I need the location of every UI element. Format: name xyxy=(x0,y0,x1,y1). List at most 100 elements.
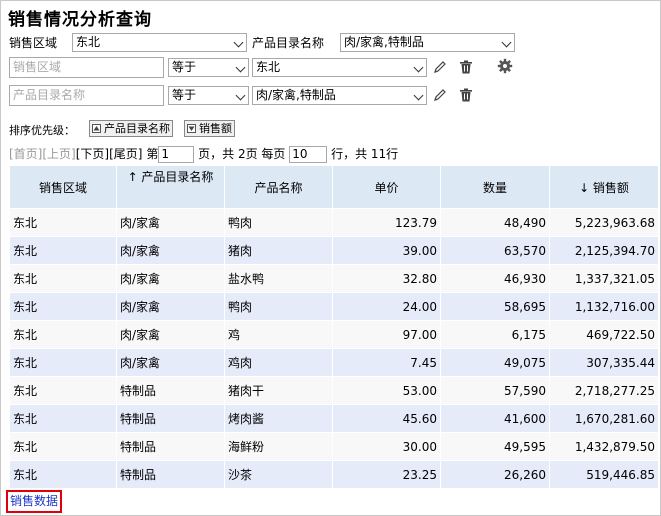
condition-operator-select-1[interactable]: 等于 xyxy=(168,58,249,77)
cell-quantity: 49,075 xyxy=(440,348,550,377)
cell-product: 鸭肉 xyxy=(224,292,333,321)
category-select-value: 肉/家禽,特制品 xyxy=(344,35,424,49)
cell-category: 特制品 xyxy=(116,432,225,461)
cell-sales: 307,335.44 xyxy=(549,348,659,377)
cell-price: 123.79 xyxy=(332,208,441,237)
cell-sales: 1,337,321.05 xyxy=(549,264,659,293)
cell-sales: 2,718,277.25 xyxy=(549,376,659,405)
cell-region: 东北 xyxy=(9,348,117,377)
cell-product: 猪肉 xyxy=(224,236,333,265)
page-title: 销售情况分析查询 xyxy=(8,10,152,30)
column-header-category[interactable]: ↑ 产品目录名称 xyxy=(116,165,225,209)
trash-icon[interactable] xyxy=(458,87,474,103)
cell-region: 东北 xyxy=(9,432,117,461)
cell-quantity: 57,590 xyxy=(440,376,550,405)
table-row: 东北 肉/家禽 鸭肉 24.00 58,695 1,132,716.00 xyxy=(9,292,659,321)
page-total-text: 页，共 2页 每页 xyxy=(198,147,286,161)
sort-priority-label: 排序优先级： xyxy=(9,124,75,137)
cell-quantity: 46,930 xyxy=(440,264,550,293)
cell-region: 东北 xyxy=(9,404,117,433)
column-header-product[interactable]: 产品名称 xyxy=(224,165,333,209)
cell-product: 烤肉酱 xyxy=(224,404,333,433)
sort-item-label: 销售额 xyxy=(199,122,232,135)
sort-item-sales[interactable]: 销售额 xyxy=(184,120,235,137)
chevron-down-icon xyxy=(501,37,512,48)
condition-field-input-1[interactable]: 销售区域 xyxy=(9,57,164,78)
cell-product: 鸡 xyxy=(224,320,333,349)
condition-operator-select-2[interactable]: 等于 xyxy=(168,86,249,105)
current-page-input[interactable]: 1 xyxy=(158,146,195,163)
cell-quantity: 63,570 xyxy=(440,236,550,265)
condition-field-input-2[interactable]: 产品目录名称 xyxy=(9,85,164,106)
region-select[interactable]: 东北 xyxy=(72,33,247,52)
operator-value: 等于 xyxy=(172,88,197,102)
cell-region: 东北 xyxy=(9,460,117,489)
chevron-down-icon xyxy=(235,62,246,73)
cell-category: 特制品 xyxy=(116,376,225,405)
table-row: 东北 特制品 沙茶 23.25 26,260 519,446.85 xyxy=(9,460,659,489)
cell-price: 97.00 xyxy=(332,320,441,349)
cell-quantity: 26,260 xyxy=(440,460,550,489)
prev-page-link[interactable]: [上页] xyxy=(42,147,75,161)
table-header-row: 销售区域 ↑ 产品目录名称 产品名称 单价 数量 ↓ 销售额 xyxy=(9,165,659,209)
last-page-link[interactable]: [尾页] xyxy=(109,147,142,161)
pencil-icon[interactable] xyxy=(432,87,448,103)
pencil-icon[interactable] xyxy=(432,59,448,75)
table-row: 东北 特制品 猪肉干 53.00 57,590 2,718,277.25 xyxy=(9,376,659,405)
condition-value: 肉/家禽,特制品 xyxy=(256,88,336,102)
cell-product: 鸡肉 xyxy=(224,348,333,377)
cell-category: 肉/家禽 xyxy=(116,264,225,293)
sort-asc-icon xyxy=(92,124,101,133)
table-row: 东北 肉/家禽 鸭肉 123.79 48,490 5,223,963.68 xyxy=(9,208,659,237)
table-row: 东北 特制品 烤肉酱 45.60 41,600 1,670,281.60 xyxy=(9,404,659,433)
cell-quantity: 48,490 xyxy=(440,208,550,237)
cell-price: 23.25 xyxy=(332,460,441,489)
table-row: 东北 特制品 海鲜粉 30.00 49,595 1,432,879.50 xyxy=(9,432,659,461)
cell-region: 东北 xyxy=(9,208,117,237)
cell-region: 东北 xyxy=(9,264,117,293)
cell-category: 肉/家禽 xyxy=(116,320,225,349)
cell-quantity: 6,175 xyxy=(440,320,550,349)
region-select-value: 东北 xyxy=(76,35,101,49)
sales-table: 销售区域 ↑ 产品目录名称 产品名称 单价 数量 ↓ 销售额 东北 肉/家禽 鸭肉 1… xyxy=(9,165,659,489)
next-page-link[interactable]: [下页] xyxy=(76,147,109,161)
table-row: 东北 肉/家禽 鸡肉 7.45 49,075 307,335.44 xyxy=(9,348,659,377)
cell-price: 30.00 xyxy=(332,432,441,461)
cell-product: 沙茶 xyxy=(224,460,333,489)
cell-price: 53.00 xyxy=(332,376,441,405)
condition-value: 东北 xyxy=(256,60,281,74)
sort-item-category[interactable]: 产品目录名称 xyxy=(89,120,173,137)
cell-sales: 1,432,879.50 xyxy=(549,432,659,461)
chevron-down-icon xyxy=(235,90,246,101)
table-row: 东北 肉/家禽 盐水鸭 32.80 46,930 1,337,321.05 xyxy=(9,264,659,293)
chevron-down-icon xyxy=(413,90,424,101)
cell-category: 肉/家禽 xyxy=(116,348,225,377)
gear-icon[interactable] xyxy=(497,58,513,74)
chevron-down-icon xyxy=(233,37,244,48)
column-header-region[interactable]: 销售区域 xyxy=(9,165,117,209)
cell-region: 东北 xyxy=(9,292,117,321)
operator-value: 等于 xyxy=(172,60,197,74)
column-header-sales[interactable]: ↓ 销售额 xyxy=(549,165,659,209)
cell-category: 肉/家禽 xyxy=(116,208,225,237)
page-size-input[interactable]: 10 xyxy=(289,146,328,163)
cell-region: 东北 xyxy=(9,376,117,405)
table-row: 东北 肉/家禽 猪肉 39.00 63,570 2,125,394.70 xyxy=(9,236,659,265)
pager: [首页][上页][下页][尾页] 第1 页，共 2页 每页 10 行，共 11行 xyxy=(9,145,398,163)
cell-quantity: 49,595 xyxy=(440,432,550,461)
trash-icon[interactable] xyxy=(458,59,474,75)
cell-region: 东北 xyxy=(9,236,117,265)
cell-sales: 5,223,963.68 xyxy=(549,208,659,237)
column-header-price[interactable]: 单价 xyxy=(332,165,441,209)
cell-category: 肉/家禽 xyxy=(116,236,225,265)
first-page-link[interactable]: [首页] xyxy=(9,147,42,161)
cell-sales: 1,670,281.60 xyxy=(549,404,659,433)
cell-product: 盐水鸭 xyxy=(224,264,333,293)
condition-value-select-2[interactable]: 肉/家禽,特制品 xyxy=(252,86,427,105)
sales-data-link[interactable]: 销售数据 xyxy=(6,490,63,513)
category-select[interactable]: 肉/家禽,特制品 xyxy=(340,33,515,52)
cell-sales: 469,722.50 xyxy=(549,320,659,349)
condition-value-select-1[interactable]: 东北 xyxy=(252,58,427,77)
column-header-quantity[interactable]: 数量 xyxy=(440,165,550,209)
table-row: 东北 肉/家禽鸡 97.00 6,175 469,722.50 xyxy=(9,320,659,349)
